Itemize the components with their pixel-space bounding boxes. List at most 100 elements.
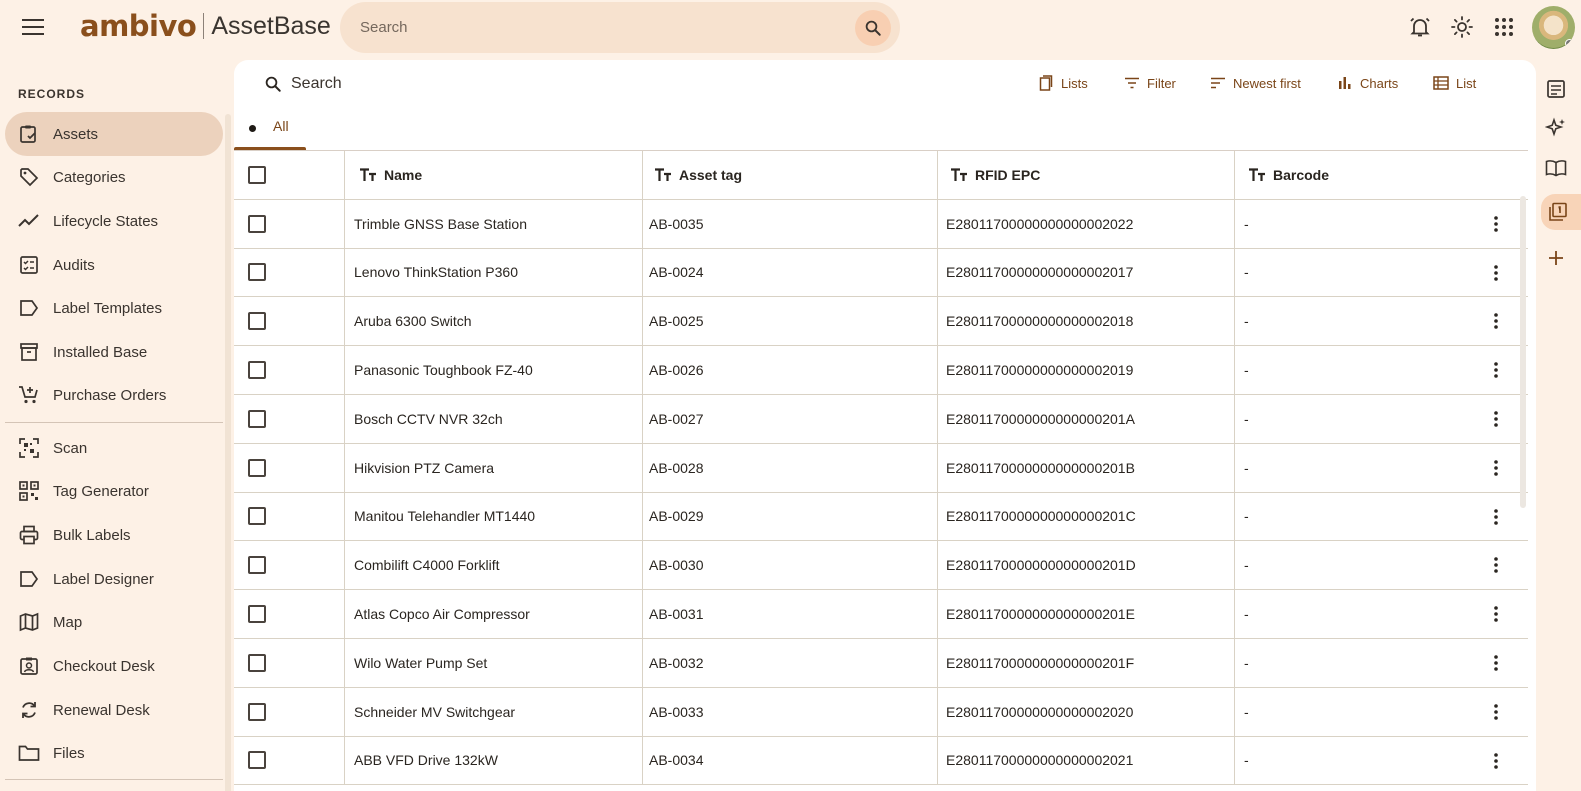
sidebar-item-tag-generator[interactable]: Tag Generator xyxy=(5,469,223,513)
row-checkbox[interactable] xyxy=(248,507,266,526)
sidebar-item-label: Label Templates xyxy=(53,299,162,317)
notes-icon[interactable] xyxy=(1542,75,1570,103)
table-row[interactable]: Panasonic Toughbook FZ-40 AB-0026 E2801170… xyxy=(234,346,1528,395)
add-icon[interactable] xyxy=(1542,244,1570,272)
sidebar-item-installed-base[interactable]: Installed Base xyxy=(5,330,223,374)
row-more-icon[interactable] xyxy=(1486,653,1506,673)
column-header-barcode[interactable]: Barcode xyxy=(1235,151,1528,199)
cell-name[interactable]: Panasonic Toughbook FZ-40 xyxy=(345,346,643,394)
sidebar-item-label-templates[interactable]: Label Templates xyxy=(5,286,223,330)
sidebar-item-lifecycle-states[interactable]: Lifecycle States xyxy=(5,199,223,243)
sidebar-item-checkout-desk[interactable]: Checkout Desk xyxy=(5,644,223,688)
row-more-icon[interactable] xyxy=(1486,702,1506,722)
row-checkbox[interactable] xyxy=(248,361,266,380)
table-row[interactable]: Combilift C4000 Forklift AB-0030 E28011700… xyxy=(234,541,1528,591)
sidebar-item-audits[interactable]: Audits xyxy=(5,243,223,287)
apps-grid-icon[interactable] xyxy=(1490,13,1518,41)
sidebar-item-assets[interactable]: Assets xyxy=(5,112,223,156)
row-checkbox[interactable] xyxy=(248,702,266,721)
records-search[interactable]: Search xyxy=(264,72,342,96)
sidebar-scrollbar[interactable] xyxy=(225,114,231,791)
sidebar-item-label-designer[interactable]: Label Designer xyxy=(5,557,223,601)
cell-name[interactable]: Aruba 6300 Switch xyxy=(345,297,643,346)
row-more-icon[interactable] xyxy=(1486,409,1506,429)
sidebar-item-scan[interactable]: Scan xyxy=(5,426,223,470)
cell-name[interactable]: Combilift C4000 Forklift xyxy=(345,541,643,590)
cell-name[interactable]: Wilo Water Pump Set xyxy=(345,638,643,687)
filter-button[interactable]: Filter xyxy=(1124,72,1176,94)
table-row[interactable]: Aruba 6300 Switch AB-0025 E280117000000000… xyxy=(234,297,1528,347)
tab-all[interactable]: All xyxy=(234,108,306,150)
table-row[interactable]: Lenovo ThinkStation P360 AB-0024 E28011700… xyxy=(234,248,1528,298)
view-mode-button[interactable]: List xyxy=(1433,72,1476,94)
table-scrollbar[interactable] xyxy=(1520,196,1526,508)
cell-name[interactable]: Schneider MV Switchgear xyxy=(345,687,643,736)
charts-button[interactable]: Charts xyxy=(1337,72,1398,94)
column-header-rfid-epc[interactable]: RFID EPC xyxy=(938,151,1235,199)
column-header-name[interactable]: Name xyxy=(345,151,643,199)
row-more-icon[interactable] xyxy=(1486,555,1506,575)
row-more-icon[interactable] xyxy=(1486,263,1506,283)
row-checkbox[interactable] xyxy=(248,263,266,282)
column-header-asset-tag[interactable]: Asset tag xyxy=(643,151,938,199)
cell-name[interactable]: Lenovo ThinkStation P360 xyxy=(345,248,643,297)
sidebar-item-categories[interactable]: Categories xyxy=(5,155,223,199)
sidebar-item-purchase-orders[interactable]: Purchase Orders xyxy=(5,373,223,417)
row-more-icon[interactable] xyxy=(1486,311,1506,331)
sort-button[interactable]: Newest first xyxy=(1210,72,1301,94)
row-checkbox[interactable] xyxy=(248,605,266,624)
cell-name[interactable]: Hikvision PTZ Camera xyxy=(345,443,643,492)
records-panel-icon[interactable] xyxy=(1541,194,1581,230)
row-checkbox[interactable] xyxy=(248,653,266,672)
table-row[interactable]: Trimble GNSS Base Station AB-0035 E2801170… xyxy=(234,199,1528,249)
cell-name[interactable]: Atlas Copco Air Compressor xyxy=(345,590,643,638)
sparkle-ai-icon[interactable] xyxy=(1542,114,1570,142)
cell-name[interactable]: ABB VFD Drive 132kW xyxy=(345,736,643,785)
table-row[interactable]: Hikvision PTZ Camera AB-0028 E280117000000… xyxy=(234,443,1528,493)
text-type-icon xyxy=(950,166,968,184)
sidebar-item-bulk-labels[interactable]: Bulk Labels xyxy=(5,513,223,557)
cell-rfid-epc: E28011700000000000002019 xyxy=(938,346,1235,394)
table-row[interactable]: Atlas Copco Air Compressor AB-0031 E280117… xyxy=(234,590,1528,639)
row-checkbox[interactable] xyxy=(248,409,266,428)
table-row[interactable]: Schneider MV Switchgear AB-0033 E280117000… xyxy=(234,687,1528,737)
table-row[interactable]: Manitou Telehandler MT1440 AB-0029 E280117… xyxy=(234,492,1528,542)
cell-barcode: - xyxy=(1244,215,1249,232)
user-avatar[interactable] xyxy=(1532,6,1575,49)
lists-button[interactable]: Lists xyxy=(1038,72,1088,94)
brand[interactable]: ambivo AssetBase xyxy=(80,6,331,46)
row-more-icon[interactable] xyxy=(1486,458,1506,478)
alarm-bell-icon[interactable] xyxy=(1406,13,1434,41)
theme-sun-icon[interactable] xyxy=(1448,13,1476,41)
book-open-icon[interactable] xyxy=(1542,154,1570,182)
cell-asset-tag: AB-0030 xyxy=(643,541,938,590)
row-more-icon[interactable] xyxy=(1486,751,1506,771)
row-more-icon[interactable] xyxy=(1486,604,1506,624)
sidebar-item-files[interactable]: Files xyxy=(5,731,223,775)
filter-label: Filter xyxy=(1147,75,1176,91)
row-more-icon[interactable] xyxy=(1486,214,1506,234)
global-search-button[interactable] xyxy=(855,10,891,46)
row-checkbox[interactable] xyxy=(248,214,266,233)
table-row[interactable]: Bosch CCTV NVR 32ch AB-0027 E2801170000000… xyxy=(234,394,1528,444)
table-row[interactable]: Wilo Water Pump Set AB-0032 E2801170000000… xyxy=(234,638,1528,688)
charts-label: Charts xyxy=(1360,75,1399,91)
menu-icon[interactable] xyxy=(18,12,48,42)
row-more-icon[interactable] xyxy=(1486,507,1506,527)
cell-name[interactable]: Manitou Telehandler MT1440 xyxy=(345,492,643,541)
row-more-icon[interactable] xyxy=(1486,360,1506,380)
row-select-cell xyxy=(234,590,345,638)
row-checkbox[interactable] xyxy=(248,312,266,331)
select-all-checkbox[interactable] xyxy=(248,165,266,184)
row-checkbox[interactable] xyxy=(248,751,266,770)
cell-asset-tag: AB-0027 xyxy=(643,394,938,443)
table-row[interactable]: ABB VFD Drive 132kW AB-0034 E2801170000000… xyxy=(234,736,1528,786)
row-checkbox[interactable] xyxy=(248,458,266,477)
row-checkbox[interactable] xyxy=(248,556,266,575)
sidebar-item-map[interactable]: Map xyxy=(5,600,223,644)
sidebar-item-renewal-desk[interactable]: Renewal Desk xyxy=(5,688,223,732)
global-search-input[interactable] xyxy=(360,16,830,38)
cell-name[interactable]: Trimble GNSS Base Station xyxy=(345,199,643,248)
cart-add-icon xyxy=(18,384,40,406)
cell-name[interactable]: Bosch CCTV NVR 32ch xyxy=(345,394,643,443)
